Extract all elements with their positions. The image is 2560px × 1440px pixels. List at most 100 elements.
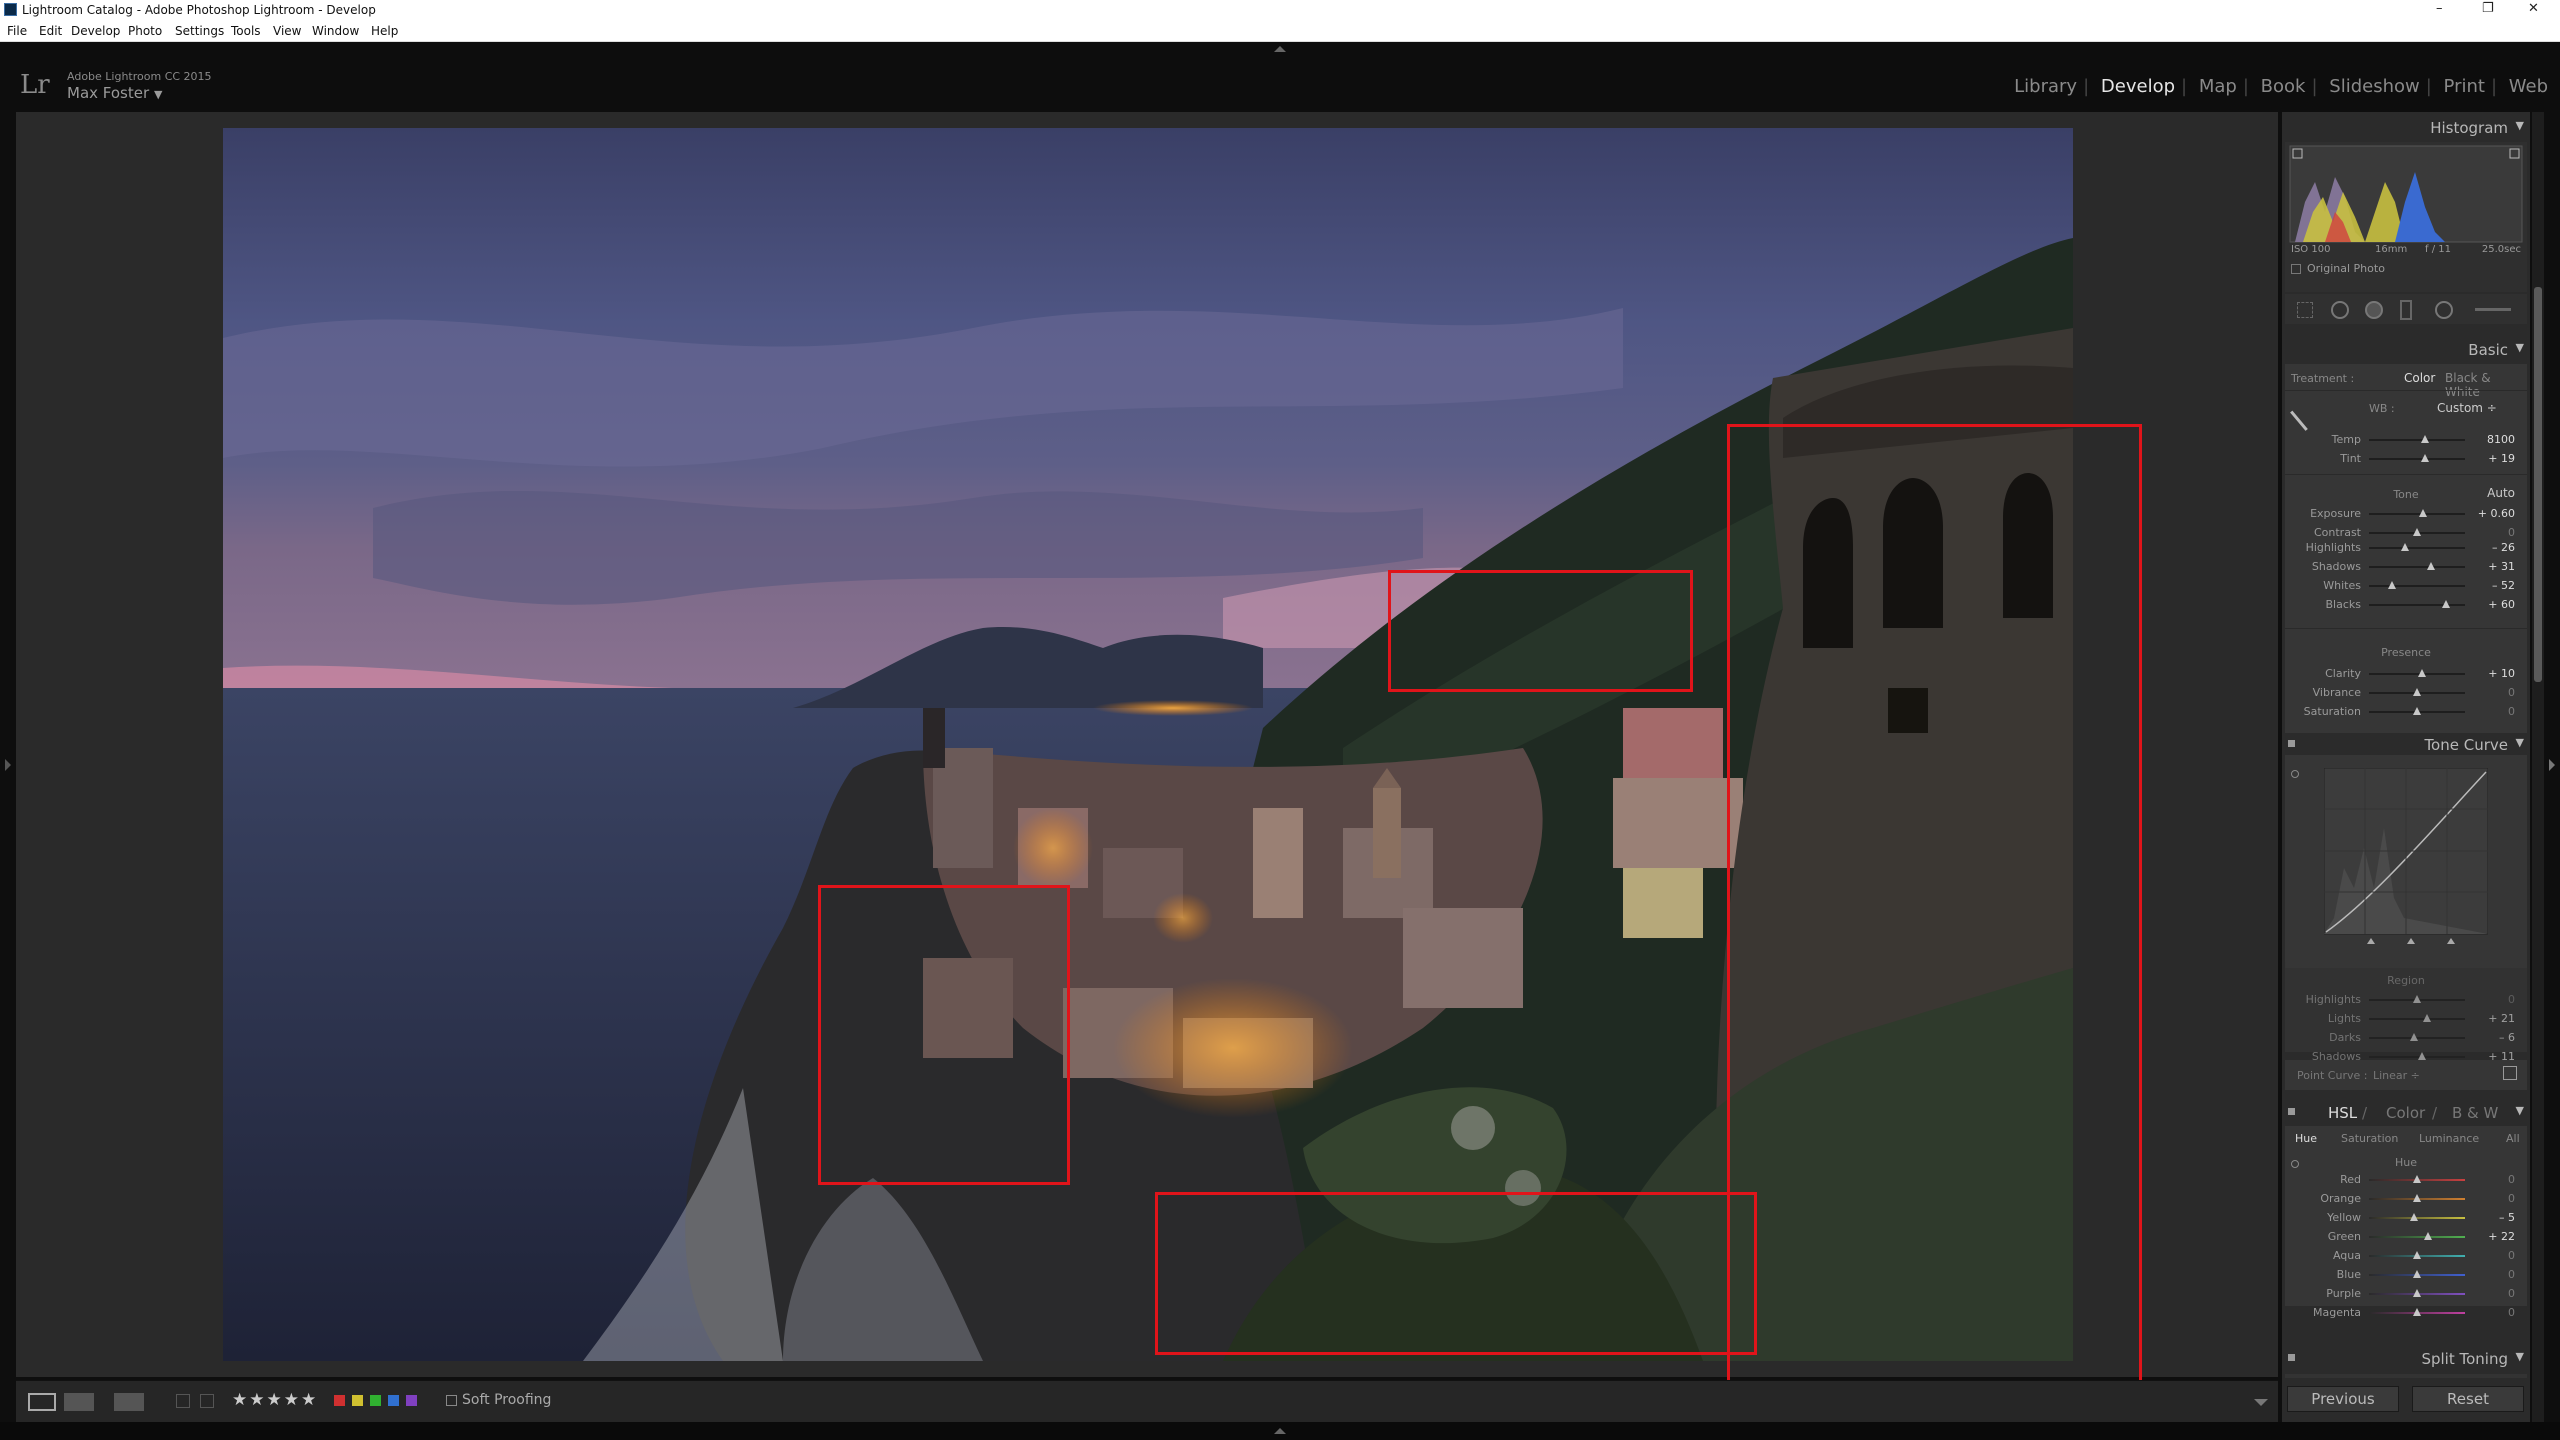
slider-blue[interactable]: Blue 0: [2285, 1265, 2527, 1284]
right-panel-toggle-icon[interactable]: [2549, 759, 2555, 771]
slider-thumb[interactable]: [2413, 528, 2421, 536]
star-rating[interactable]: ★★★★★: [232, 1390, 318, 1410]
panel-toggle-icon[interactable]: [2288, 1108, 2295, 1115]
slider-value[interactable]: 0: [2508, 993, 2515, 1006]
collapse-icon[interactable]: ▼: [2516, 119, 2524, 132]
module-book[interactable]: Book: [2261, 76, 2306, 97]
slider-green[interactable]: Green + 22: [2285, 1227, 2527, 1246]
slider-track[interactable]: [2369, 1236, 2465, 1238]
module-library[interactable]: Library: [2014, 76, 2077, 97]
slider-value[interactable]: 0: [2508, 1268, 2515, 1281]
panel-toggle-icon[interactable]: [2288, 1354, 2295, 1361]
slider-value[interactable]: 0: [2508, 1287, 2515, 1300]
slider-thumb[interactable]: [2413, 1175, 2421, 1183]
graduated-filter-icon[interactable]: [2400, 300, 2412, 320]
basic-header[interactable]: Basic ▼: [2282, 338, 2530, 360]
bw-tab[interactable]: B & W: [2452, 1104, 2498, 1122]
slider-track[interactable]: [2369, 439, 2465, 441]
slider-value[interactable]: + 31: [2488, 560, 2515, 573]
radial-filter-icon[interactable]: [2435, 301, 2453, 319]
slider-value[interactable]: – 6: [2499, 1031, 2515, 1044]
slider-value[interactable]: + 19: [2488, 452, 2515, 465]
luminance-tab[interactable]: Luminance: [2419, 1132, 2479, 1145]
slider-thumb[interactable]: [2388, 581, 2397, 589]
slider-highlights[interactable]: Highlights 0: [2285, 990, 2527, 1009]
slider-track[interactable]: [2369, 1018, 2465, 1020]
slider-shadows[interactable]: Shadows + 31: [2285, 557, 2527, 576]
user-name[interactable]: Max Foster ▼: [67, 84, 162, 102]
wb-select[interactable]: Custom ÷: [2437, 401, 2497, 415]
module-print[interactable]: Print: [2444, 76, 2485, 97]
slider-value[interactable]: 0: [2508, 705, 2515, 718]
slider-value[interactable]: – 26: [2492, 541, 2515, 554]
split-toning-header[interactable]: Split Toning ▼: [2282, 1347, 2530, 1369]
loupe-view-icon[interactable]: [28, 1393, 56, 1411]
menu-settings[interactable]: Settings: [175, 24, 224, 38]
slider-temp[interactable]: Temp 8100: [2285, 430, 2527, 449]
red-eye-icon[interactable]: [2365, 301, 2383, 319]
slider-saturation[interactable]: Saturation 0: [2285, 702, 2527, 721]
maximize-button[interactable]: ❐: [2482, 1, 2494, 16]
slider-thumb[interactable]: [2410, 1213, 2419, 1221]
histogram-header[interactable]: Histogram ▼: [2282, 116, 2530, 138]
point-curve-select[interactable]: Linear ÷: [2373, 1069, 2420, 1082]
slider-track[interactable]: [2369, 547, 2465, 549]
slider-value[interactable]: + 10: [2488, 667, 2515, 680]
scrollbar-thumb[interactable]: [2534, 287, 2542, 682]
previous-button[interactable]: Previous: [2287, 1386, 2399, 1412]
auto-tone-button[interactable]: Auto: [2487, 486, 2515, 500]
slider-thumb[interactable]: [2413, 688, 2421, 696]
slider-value[interactable]: + 21: [2488, 1012, 2515, 1025]
slider-value[interactable]: 0: [2508, 686, 2515, 699]
slider-value[interactable]: 0: [2508, 1249, 2515, 1262]
slider-thumb[interactable]: [2413, 1270, 2421, 1278]
color-tab[interactable]: Color: [2386, 1104, 2425, 1122]
slider-thumb[interactable]: [2413, 1194, 2421, 1202]
slider-tint[interactable]: Tint + 19: [2285, 449, 2527, 468]
menu-tools[interactable]: Tools: [231, 24, 261, 38]
slider-thumb[interactable]: [2423, 1232, 2432, 1240]
top-panel-toggle-icon[interactable]: [1274, 46, 1286, 52]
slider-thumb[interactable]: [2413, 707, 2421, 715]
label-green[interactable]: [370, 1395, 381, 1406]
slider-clarity[interactable]: Clarity + 10: [2285, 664, 2527, 683]
slider-value[interactable]: + 60: [2488, 598, 2515, 611]
edit-point-curve-icon[interactable]: [2503, 1066, 2517, 1080]
menu-photo[interactable]: Photo: [128, 24, 162, 38]
module-slideshow[interactable]: Slideshow: [2329, 76, 2419, 97]
label-yellow[interactable]: [352, 1395, 363, 1406]
slider-thumb[interactable]: [2417, 669, 2426, 677]
collapse-icon[interactable]: ▼: [2516, 1350, 2524, 1363]
slider-purple[interactable]: Purple 0: [2285, 1284, 2527, 1303]
slider-yellow[interactable]: Yellow – 5: [2285, 1208, 2527, 1227]
slider-thumb[interactable]: [2418, 509, 2427, 517]
menu-file[interactable]: File: [7, 24, 27, 38]
slider-thumb[interactable]: [2413, 1251, 2421, 1259]
hsl-header[interactable]: HSL / Color / B & W ▼: [2282, 1101, 2530, 1123]
slider-thumb[interactable]: [2410, 1033, 2419, 1041]
menu-view[interactable]: View: [273, 24, 301, 38]
close-button[interactable]: ✕: [2528, 1, 2539, 16]
slider-thumb[interactable]: [2420, 435, 2429, 443]
slider-blacks[interactable]: Blacks + 60: [2285, 595, 2527, 614]
split-handle-1[interactable]: [2367, 938, 2375, 944]
slider-thumb[interactable]: [2413, 995, 2421, 1003]
toolbar-menu-icon[interactable]: [2254, 1399, 2268, 1406]
slider-thumb[interactable]: [2413, 1289, 2421, 1297]
filmstrip-toggle-icon[interactable]: [1274, 1428, 1286, 1434]
collapse-icon[interactable]: ▼: [2516, 736, 2524, 749]
menu-develop[interactable]: Develop: [71, 24, 120, 38]
module-web[interactable]: Web: [2509, 76, 2548, 97]
spot-removal-icon[interactable]: [2331, 301, 2349, 319]
slider-exposure[interactable]: Exposure + 0.60: [2285, 504, 2527, 523]
slider-thumb[interactable]: [2400, 543, 2409, 551]
slider-track[interactable]: [2369, 513, 2465, 515]
crop-tool-icon[interactable]: [2297, 302, 2313, 318]
slider-aqua[interactable]: Aqua 0: [2285, 1246, 2527, 1265]
panel-toggle-icon[interactable]: [2288, 740, 2295, 747]
slider-value[interactable]: + 0.60: [2478, 507, 2515, 520]
tone-curve-header[interactable]: Tone Curve ▼: [2282, 733, 2530, 755]
menu-edit[interactable]: Edit: [39, 24, 62, 38]
slider-orange[interactable]: Orange 0: [2285, 1189, 2527, 1208]
collapse-icon[interactable]: ▼: [2516, 341, 2524, 354]
